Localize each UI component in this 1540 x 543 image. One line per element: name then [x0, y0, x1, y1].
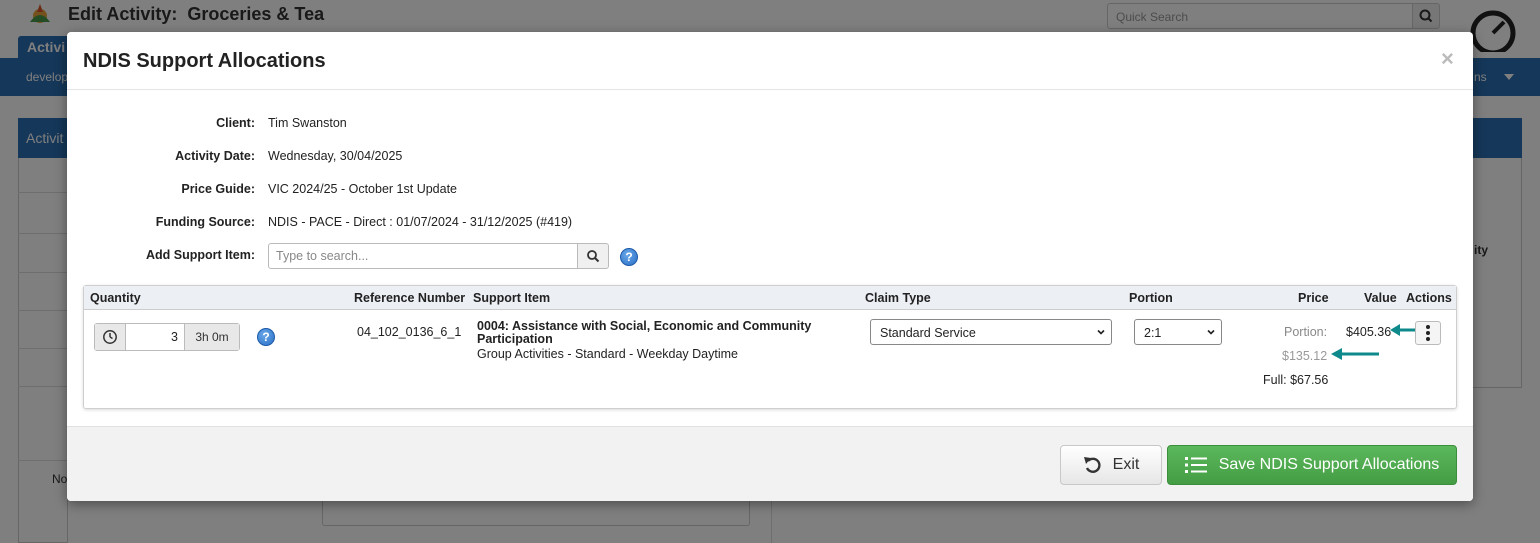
support-item-search-button[interactable]	[577, 243, 609, 269]
reference-number: 04_102_0136_6_1	[357, 325, 462, 339]
price-full: Full: $67.56	[1263, 373, 1329, 387]
save-allocations-button[interactable]: Save NDIS Support Allocations	[1167, 445, 1457, 485]
add-support-item-search	[268, 243, 609, 269]
undo-icon	[1083, 457, 1101, 473]
support-item-description: Group Activities - Standard - Weekday Da…	[477, 347, 738, 361]
help-icon[interactable]: ?	[257, 328, 275, 346]
price-guide-label: Price Guide:	[181, 182, 255, 196]
claim-type-select[interactable]: Standard Service	[870, 319, 1112, 345]
allocation-value: $405.36	[1346, 325, 1392, 339]
column-header-support-item: Support Item	[473, 291, 551, 305]
column-header-reference: Reference Number	[354, 291, 466, 305]
modal-header: NDIS Support Allocations ×	[67, 32, 1473, 90]
chevron-down-icon	[1207, 329, 1215, 335]
chevron-down-icon	[1097, 329, 1105, 335]
column-header-price: Price	[1298, 291, 1329, 305]
price-portion-label: Portion:	[1284, 325, 1328, 339]
price-guide-value: VIC 2024/25 - October 1st Update	[268, 182, 457, 196]
search-icon	[587, 250, 600, 263]
row-actions-menu-icon[interactable]	[1415, 321, 1441, 345]
annotation-arrow-icon	[1390, 324, 1415, 336]
support-allocations-table: Quantity Reference Number Support Item C…	[83, 285, 1457, 409]
quantity-input[interactable]	[126, 324, 184, 350]
column-header-portion: Portion	[1129, 291, 1173, 305]
ndis-support-allocations-modal: NDIS Support Allocations × Client: Tim S…	[67, 32, 1473, 501]
save-button-label: Save NDIS Support Allocations	[1218, 456, 1440, 473]
support-item-search-input[interactable]	[268, 243, 578, 269]
activity-date-label: Activity Date:	[175, 149, 255, 163]
duration-display: 3h 0m	[184, 324, 239, 350]
exit-button-label: Exit	[1112, 456, 1140, 473]
column-header-actions: Actions	[1406, 291, 1452, 305]
funding-source-value: NDIS - PACE - Direct : 01/07/2024 - 31/1…	[268, 215, 573, 229]
portion-select[interactable]: 2:1	[1134, 319, 1222, 345]
add-support-item-label: Add Support Item:	[145, 248, 255, 262]
funding-source-label: Funding Source:	[155, 215, 255, 229]
list-icon	[1184, 457, 1207, 473]
close-icon[interactable]: ×	[1441, 48, 1454, 70]
quantity-stepper: 3h 0m	[94, 323, 240, 351]
column-header-claim-type: Claim Type	[865, 291, 931, 305]
annotation-arrow-icon	[1331, 348, 1379, 360]
help-icon[interactable]: ?	[620, 248, 638, 266]
clock-icon[interactable]	[95, 324, 126, 350]
support-item-title: 0004: Assistance with Social, Economic a…	[477, 319, 812, 346]
modal-title: NDIS Support Allocations	[83, 50, 326, 72]
client-value: Tim Swanston	[268, 116, 347, 130]
column-header-quantity: Quantity	[90, 291, 141, 305]
client-label: Client:	[216, 116, 255, 130]
table-header: Quantity Reference Number Support Item C…	[84, 286, 1456, 310]
modal-footer: Exit Save NDIS Support Allocations	[67, 426, 1473, 501]
price-portion-value: $135.12	[1282, 349, 1328, 363]
activity-date-value: Wednesday, 30/04/2025	[268, 149, 403, 163]
column-header-value: Value	[1364, 291, 1397, 305]
exit-button[interactable]: Exit	[1060, 445, 1162, 485]
